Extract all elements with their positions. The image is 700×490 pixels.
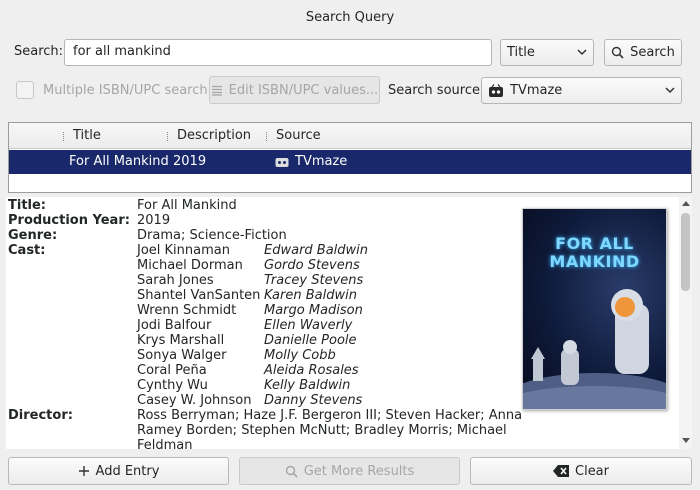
details-scrollbar[interactable]: [679, 197, 692, 449]
search-field-combo[interactable]: Title: [500, 39, 594, 66]
cast-actor: Sarah Jones: [137, 273, 214, 288]
detail-cast-label: Cast:: [8, 243, 46, 258]
detail-director-label: Director:: [8, 408, 73, 423]
director-line: Feldman: [137, 438, 193, 449]
detail-year-label: Production Year:: [8, 213, 130, 228]
astronaut-artwork: [523, 289, 666, 409]
director-line: Ramey Borden; Stephen McNutt; Bradley Mo…: [137, 423, 507, 438]
detail-year-value: 2019: [137, 213, 171, 228]
search-button[interactable]: Search: [604, 39, 682, 66]
edit-isbn-label: Edit ISBN/UPC values...: [228, 82, 379, 98]
cast-actor: Shantel VanSanten: [137, 288, 261, 303]
cast-role: Aleida Rosales: [264, 363, 359, 378]
cast-role: Kelly Baldwin: [264, 378, 351, 393]
search-input[interactable]: for all mankind: [64, 39, 492, 66]
cast-actor: Coral Peña: [137, 363, 207, 378]
table-row[interactable]: For All Mankind 2019 TVmaze: [9, 150, 691, 174]
search-source-combo[interactable]: TVmaze: [481, 77, 682, 104]
clear-icon: [553, 465, 569, 477]
search-field-value: Title: [507, 45, 535, 60]
details-pane: Title: For All Mankind Production Year: …: [6, 197, 692, 449]
cast-actor: Wrenn Schmidt: [137, 303, 237, 318]
cast-role: Ellen Waverly: [264, 318, 353, 333]
cast-role: Danny Stevens: [264, 393, 363, 408]
row-title: For All Mankind: [69, 154, 169, 169]
get-more-results-button[interactable]: Get More Results: [239, 457, 460, 485]
get-more-results-label: Get More Results: [303, 463, 415, 479]
detail-title-value: For All Mankind: [137, 198, 237, 213]
dialog-title: Search Query: [305, 10, 395, 25]
chevron-down-icon: [665, 87, 675, 94]
cast-actor: Sonya Walger: [137, 348, 227, 363]
column-header-title[interactable]: Title: [73, 123, 101, 149]
cast-role: Danielle Poole: [264, 333, 357, 348]
search-source-value: TVmaze: [510, 83, 563, 98]
magnifier-icon: [285, 465, 298, 478]
column-header-source[interactable]: Source: [276, 123, 321, 149]
cast-role: Karen Baldwin: [264, 288, 357, 303]
clear-label: Clear: [575, 463, 609, 479]
scroll-down-icon[interactable]: [682, 438, 690, 443]
edit-isbn-button[interactable]: Edit ISBN/UPC values...: [209, 76, 380, 104]
cast-role: Gordo Stevens: [264, 258, 360, 273]
search-source-label: Search source:: [388, 83, 485, 98]
cast-role: Margo Madison: [264, 303, 363, 318]
cast-actor: Jodi Balfour: [137, 318, 212, 333]
row-source: TVmaze: [295, 154, 348, 169]
tvmaze-icon: [489, 83, 503, 97]
search-button-label: Search: [630, 45, 675, 60]
director-line: Ross Berryman; Haze J.F. Bergeron III; S…: [137, 408, 523, 423]
cast-actor: Cynthy Wu: [137, 378, 208, 393]
add-entry-button[interactable]: Add Entry: [8, 457, 229, 485]
scroll-thumb[interactable]: [681, 213, 690, 291]
scroll-up-icon[interactable]: [682, 201, 690, 206]
results-table-header: Title Description Source: [9, 123, 691, 149]
detail-genre-value: Drama; Science-Fiction: [137, 228, 287, 243]
cast-actor: Krys Marshall: [137, 333, 225, 348]
search-label: Search:: [14, 44, 64, 59]
results-table[interactable]: Title Description Source For All Mankind…: [8, 122, 692, 193]
magnifier-icon: [611, 46, 624, 59]
cast-role: Edward Baldwin: [264, 243, 369, 258]
tvmaze-icon: [275, 158, 289, 167]
row-description: 2019: [173, 154, 207, 169]
cast-role: Tracey Stevens: [264, 273, 364, 288]
detail-genre-label: Genre:: [8, 228, 58, 243]
multiple-isbn-checkbox[interactable]: [16, 81, 34, 99]
cast-actor: Casey W. Johnson: [137, 393, 252, 408]
column-separator: [266, 132, 268, 141]
clear-button[interactable]: Clear: [470, 457, 692, 485]
add-entry-label: Add Entry: [95, 463, 160, 479]
multiple-isbn-label: Multiple ISBN/UPC search: [43, 83, 208, 98]
cast-actor: Michael Dorman: [137, 258, 243, 273]
detail-title-label: Title:: [8, 198, 47, 213]
cast-role: Molly Cobb: [264, 348, 336, 363]
column-separator: [63, 132, 65, 141]
column-header-description[interactable]: Description: [177, 123, 251, 149]
plus-icon: [78, 466, 89, 476]
list-icon: [211, 85, 222, 96]
chevron-down-icon: [577, 49, 587, 56]
poster-image: FOR ALL MANKIND: [522, 208, 667, 410]
column-separator: [167, 132, 169, 141]
cast-actor: Joel Kinnaman: [137, 243, 230, 258]
